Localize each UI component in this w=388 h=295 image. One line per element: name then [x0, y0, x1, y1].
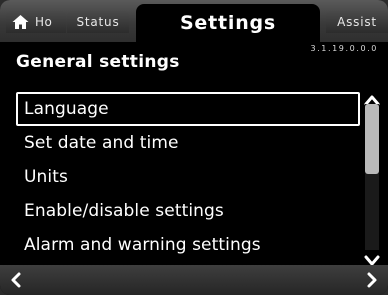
- chevron-down-icon[interactable]: [363, 252, 381, 266]
- chevron-left-icon[interactable]: [8, 271, 24, 289]
- tab-home[interactable]: Ho: [6, 11, 66, 33]
- menu-item-enable-disable[interactable]: Enable/disable settings: [16, 194, 360, 228]
- menu-item-label: Set date and time: [24, 133, 179, 153]
- menu-item-label: Units: [24, 167, 68, 187]
- chevron-right-icon[interactable]: [364, 271, 380, 289]
- top-tab-bar: Ho Status Settings Assist: [0, 0, 388, 42]
- menu-item-label: Enable/disable settings: [24, 201, 224, 221]
- controller-screen: Ho Status Settings Assist 3.1.19.0.0.0 G…: [0, 0, 388, 295]
- scrollbar-thumb[interactable]: [365, 104, 379, 174]
- menu-item-date-time[interactable]: Set date and time: [16, 126, 360, 160]
- menu-item-units[interactable]: Units: [16, 160, 360, 194]
- tab-assist-label: Assist: [337, 15, 377, 29]
- menu-item-language[interactable]: Language: [16, 92, 360, 126]
- tab-assist[interactable]: Assist: [326, 11, 388, 33]
- tab-home-label: Ho: [35, 15, 53, 29]
- menu-item-label: Alarm and warning settings: [24, 235, 261, 255]
- bottom-nav-bar: [0, 265, 388, 295]
- version-number: 3.1.19.0.0.0: [310, 44, 378, 53]
- tab-settings-label: Settings: [179, 12, 277, 34]
- tab-settings[interactable]: Settings: [136, 4, 320, 42]
- page-title: General settings: [16, 52, 180, 72]
- chevron-up-icon[interactable]: [363, 91, 381, 106]
- menu-item-label: Language: [24, 99, 109, 119]
- settings-menu: Language Set date and time Units Enable/…: [16, 92, 360, 262]
- scrollbar[interactable]: [365, 104, 379, 250]
- menu-item-alarm-warning[interactable]: Alarm and warning settings: [16, 228, 360, 262]
- tab-status-label: Status: [76, 15, 120, 29]
- home-icon: [12, 14, 29, 30]
- tab-status[interactable]: Status: [67, 11, 129, 33]
